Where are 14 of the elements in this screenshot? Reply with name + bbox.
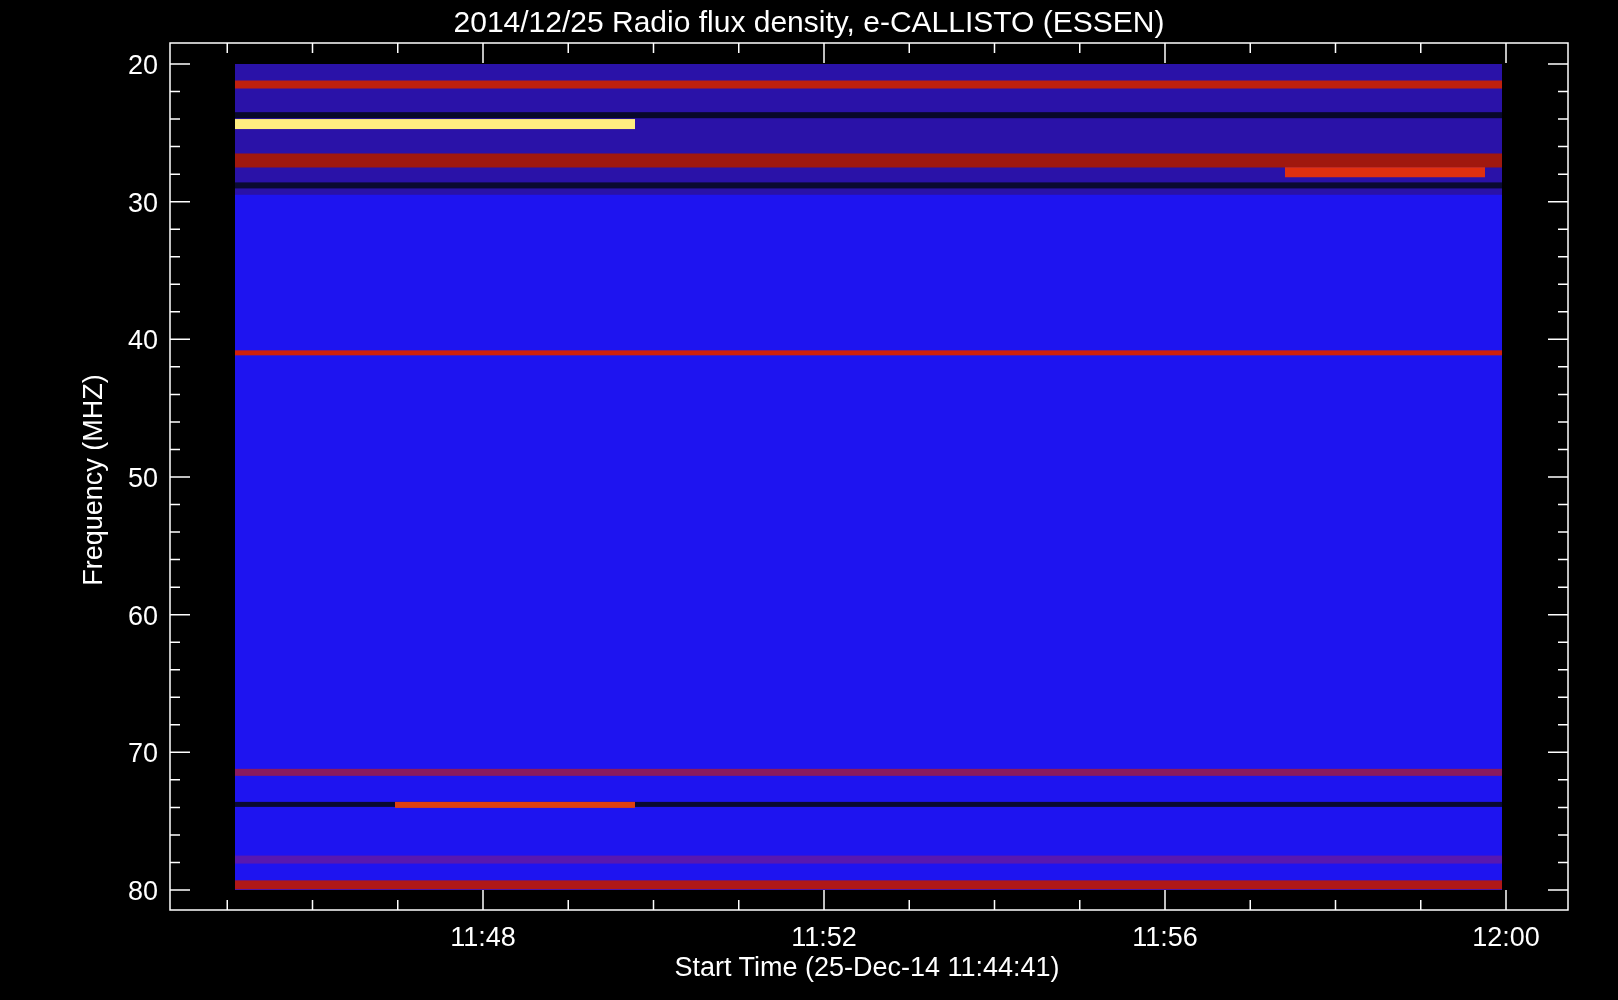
x-tick-label: 11:56	[1132, 922, 1198, 952]
x-tick-label: 11:48	[450, 922, 516, 952]
y-tick-label: 60	[127, 600, 158, 631]
y-tick-label: 30	[127, 187, 158, 218]
y-tick-label: 50	[127, 463, 158, 493]
y-tick-label: 70	[127, 738, 158, 769]
y-tick-label: 40	[127, 325, 158, 356]
x-tick-label: 12:00	[1472, 922, 1540, 952]
y-tick-label: 80	[127, 876, 158, 906]
x-axis-label: Start Time (25-Dec-14 11:44:41)	[674, 952, 1060, 982]
y-tick-label: 20	[127, 50, 158, 80]
x-tick-label: 11:52	[791, 922, 857, 952]
chart-title: 2014/12/25 Radio flux density, e-CALLISTO (ESSEN)	[453, 5, 1165, 38]
y-axis-label: Frequency (MHZ)	[78, 374, 108, 586]
